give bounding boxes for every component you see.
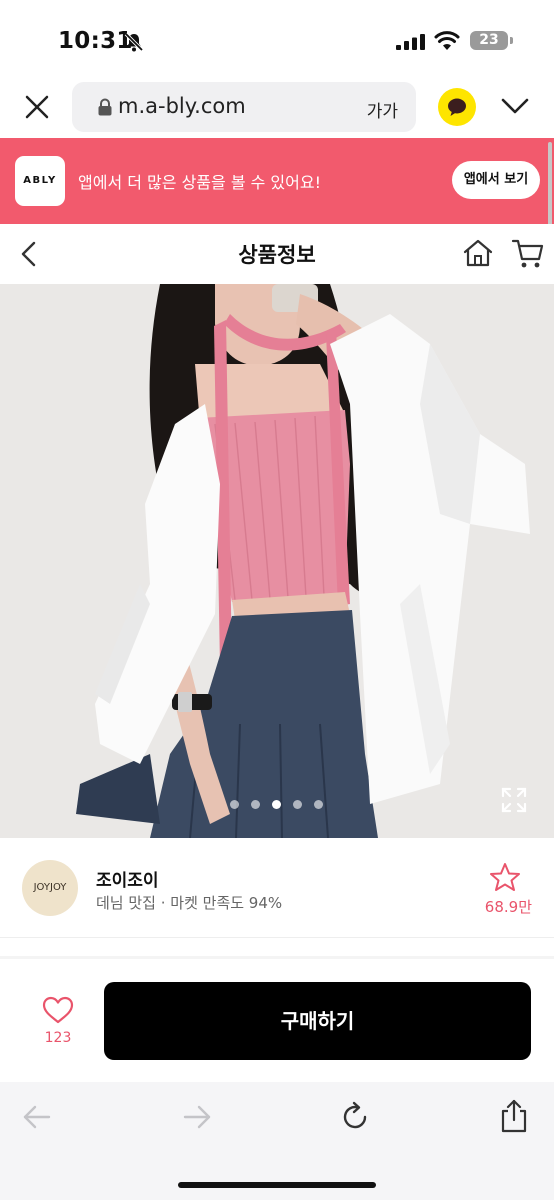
home-indicator <box>178 1182 376 1188</box>
battery-tip <box>510 37 513 44</box>
carousel-dot-active[interactable] <box>272 800 281 809</box>
home-icon[interactable] <box>462 238 494 268</box>
product-image[interactable] <box>0 284 554 838</box>
like-count: 123 <box>44 1030 72 1046</box>
share-icon[interactable] <box>498 1098 530 1134</box>
shop-name[interactable]: 조이조이 <box>96 866 159 891</box>
speech-bubble-icon <box>448 98 466 116</box>
star-icon[interactable] <box>489 862 521 892</box>
kakao-talk-icon[interactable] <box>438 88 476 126</box>
carousel-dot[interactable] <box>251 800 260 809</box>
browser-url-bar: m.a-bly.com 가가 <box>0 78 554 136</box>
heart-icon[interactable] <box>42 996 74 1024</box>
lock-icon <box>98 98 112 116</box>
shop-logo[interactable]: JOYJOY <box>22 860 78 916</box>
forward-arrow-icon[interactable] <box>182 1102 212 1132</box>
open-in-app-button[interactable]: 앱에서 보기 <box>452 161 540 199</box>
carousel-dot[interactable] <box>230 800 239 809</box>
text-size-button[interactable]: 가가 <box>367 97 398 122</box>
cart-icon[interactable] <box>511 236 545 270</box>
app-install-banner: ABLY 앱에서 더 많은 상품을 볼 수 있어요! 앱에서 보기 <box>0 138 554 224</box>
ably-logo: ABLY <box>15 156 65 206</box>
shop-info[interactable]: JOYJOY 조이조이 데님 맛집 · 마켓 만족도 94% 68.9만 <box>0 838 554 938</box>
expand-icon[interactable] <box>500 786 528 814</box>
reload-icon[interactable] <box>340 1100 370 1132</box>
buy-button[interactable]: 구매하기 <box>104 982 531 1060</box>
shop-favorite-count: 68.9만 <box>484 898 532 916</box>
clock: 10:31 <box>58 28 133 54</box>
address-field[interactable]: m.a-bly.com 가가 <box>72 82 416 132</box>
shop-description: 데님 맛집 · 마켓 만족도 94% <box>96 894 283 912</box>
back-arrow-icon[interactable] <box>22 1102 52 1132</box>
browser-toolbar <box>0 1082 554 1200</box>
url-text: m.a-bly.com <box>118 94 246 118</box>
battery-icon: 23 <box>470 31 508 50</box>
signal-icon <box>396 34 425 50</box>
purchase-bar: 123 구매하기 <box>0 962 554 1080</box>
carousel-dot[interactable] <box>293 800 302 809</box>
status-bar: 10:31 23 <box>0 0 554 76</box>
carousel-dot[interactable] <box>314 800 323 809</box>
close-icon[interactable] <box>22 92 52 122</box>
bell-slash-icon <box>124 32 144 52</box>
wifi-icon <box>434 31 460 50</box>
chevron-down-icon[interactable] <box>500 96 530 116</box>
product-photo-illustration <box>0 284 554 838</box>
section-divider <box>0 956 554 959</box>
banner-message: 앱에서 더 많은 상품을 볼 수 있어요! <box>78 173 322 192</box>
page-header: 상품정보 <box>0 224 554 284</box>
